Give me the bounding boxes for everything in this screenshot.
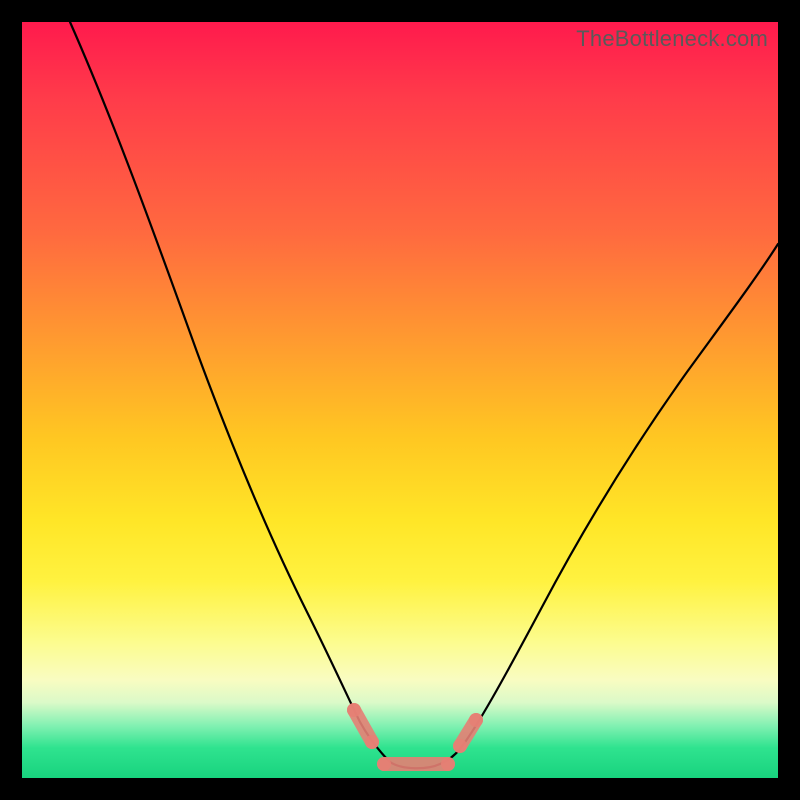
marker-dot <box>365 735 379 749</box>
curve-layer <box>22 22 778 778</box>
plot-area: TheBottleneck.com <box>22 22 778 778</box>
marker-dot <box>453 739 467 753</box>
marker-dot <box>347 703 361 717</box>
chart-frame: TheBottleneck.com <box>0 0 800 800</box>
marker-dot <box>441 757 455 771</box>
marker-dot <box>377 757 391 771</box>
left-curve <box>70 22 390 762</box>
marker-dot <box>469 713 483 727</box>
right-curve <box>460 244 778 749</box>
floor-markers <box>347 703 483 771</box>
